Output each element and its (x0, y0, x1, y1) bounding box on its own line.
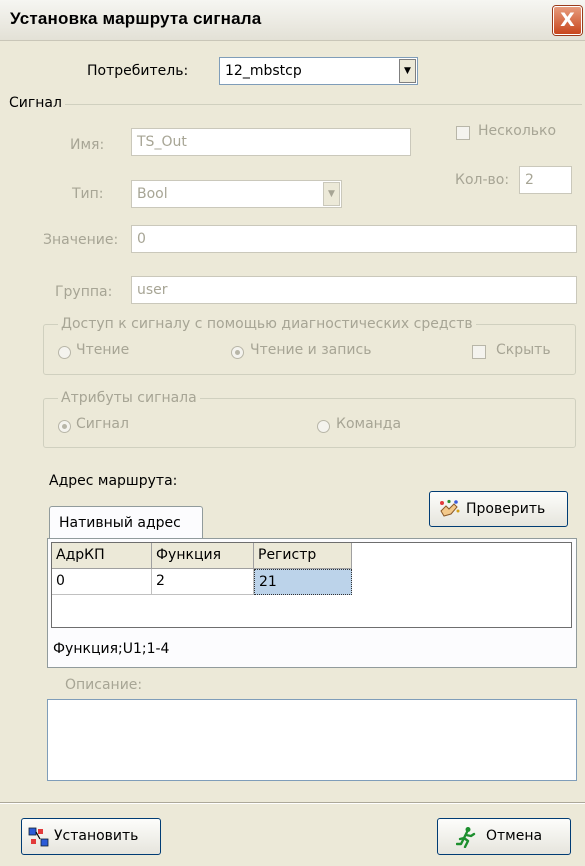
value-label: Значение: (43, 232, 119, 248)
signal-group-title: Сигнал (6, 95, 65, 111)
count-field[interactable]: 2 (519, 166, 572, 194)
description-label: Описание: (65, 677, 143, 693)
install-squares-icon (28, 827, 50, 847)
signal-radio[interactable] (58, 420, 71, 433)
table-cell[interactable]: 0 (52, 569, 152, 595)
command-radio[interactable] (317, 420, 330, 433)
consumer-label: Потребитель: (87, 63, 189, 79)
type-select[interactable]: Bool ▼ (131, 180, 342, 208)
description-field[interactable] (47, 699, 577, 781)
footer-separator (0, 802, 585, 804)
readwrite-label: Чтение и запись (250, 342, 372, 358)
value-field[interactable]: 0 (131, 225, 577, 253)
close-icon: X (560, 9, 575, 31)
verify-button-label: Проверить (466, 501, 546, 517)
chevron-down-icon[interactable]: ▼ (323, 182, 340, 206)
column-header[interactable]: АдрКП (52, 543, 152, 569)
chevron-down-icon[interactable]: ▼ (399, 59, 416, 83)
name-value: TS_Out (137, 134, 187, 150)
column-header[interactable]: Функция (152, 543, 254, 569)
count-label: Кол-во: (455, 172, 510, 188)
cancel-button[interactable]: Отмена (437, 818, 571, 855)
type-value: Bool (137, 186, 168, 202)
signal-radio-label: Сигнал (76, 416, 129, 432)
route-label: Адрес маршрута: (49, 473, 178, 489)
column-header[interactable]: Регистр (254, 543, 352, 569)
value-value: 0 (137, 231, 146, 247)
sparkle-hand-icon (438, 499, 460, 519)
tab-native-address[interactable]: Нативный адрес (49, 506, 203, 539)
multiple-label: Несколько (478, 123, 557, 139)
table-cell-selected[interactable]: 21 (254, 569, 352, 595)
cancel-button-label: Отмена (486, 828, 543, 844)
close-button[interactable]: X (553, 6, 582, 35)
tab-native-address-label: Нативный адрес (59, 515, 181, 531)
diagnostic-access-title: Доступ к сигналу с помощью диагностическ… (58, 316, 476, 332)
read-label: Чтение (76, 342, 130, 358)
multiple-checkbox[interactable] (456, 126, 470, 140)
running-man-icon (456, 826, 478, 848)
read-radio[interactable] (58, 346, 71, 359)
group-value: user (137, 282, 168, 298)
consumer-select[interactable]: 12_mbstcp ▼ (219, 57, 418, 85)
command-radio-label: Команда (336, 416, 402, 432)
readwrite-radio[interactable] (231, 346, 244, 359)
hide-checkbox[interactable] (472, 345, 486, 359)
name-label: Имя: (70, 137, 105, 153)
consumer-value: 12_mbstcp (225, 63, 302, 79)
install-button[interactable]: Установить (21, 818, 161, 855)
hide-label: Скрыть (496, 342, 551, 358)
route-grid[interactable]: АдрКП Функция Регистр 0 2 21 (51, 542, 572, 628)
signal-attributes-title: Атрибуты сигнала (58, 390, 200, 406)
count-value: 2 (525, 172, 534, 188)
dialog-window: Установка маршрута сигнала X Потребитель… (0, 0, 585, 866)
group-label: Группа: (55, 284, 113, 300)
table-cell[interactable]: 2 (152, 569, 254, 595)
type-label: Тип: (72, 186, 104, 202)
name-field[interactable]: TS_Out (131, 128, 411, 156)
verify-button[interactable]: Проверить (429, 491, 568, 527)
title-bar: Установка маршрута сигнала X (0, 0, 585, 41)
window-title: Установка маршрута сигнала (10, 9, 262, 28)
install-button-label: Установить (54, 828, 139, 844)
route-format-text: Функция;U1;1-4 (53, 641, 170, 657)
group-field[interactable]: user (131, 276, 577, 304)
